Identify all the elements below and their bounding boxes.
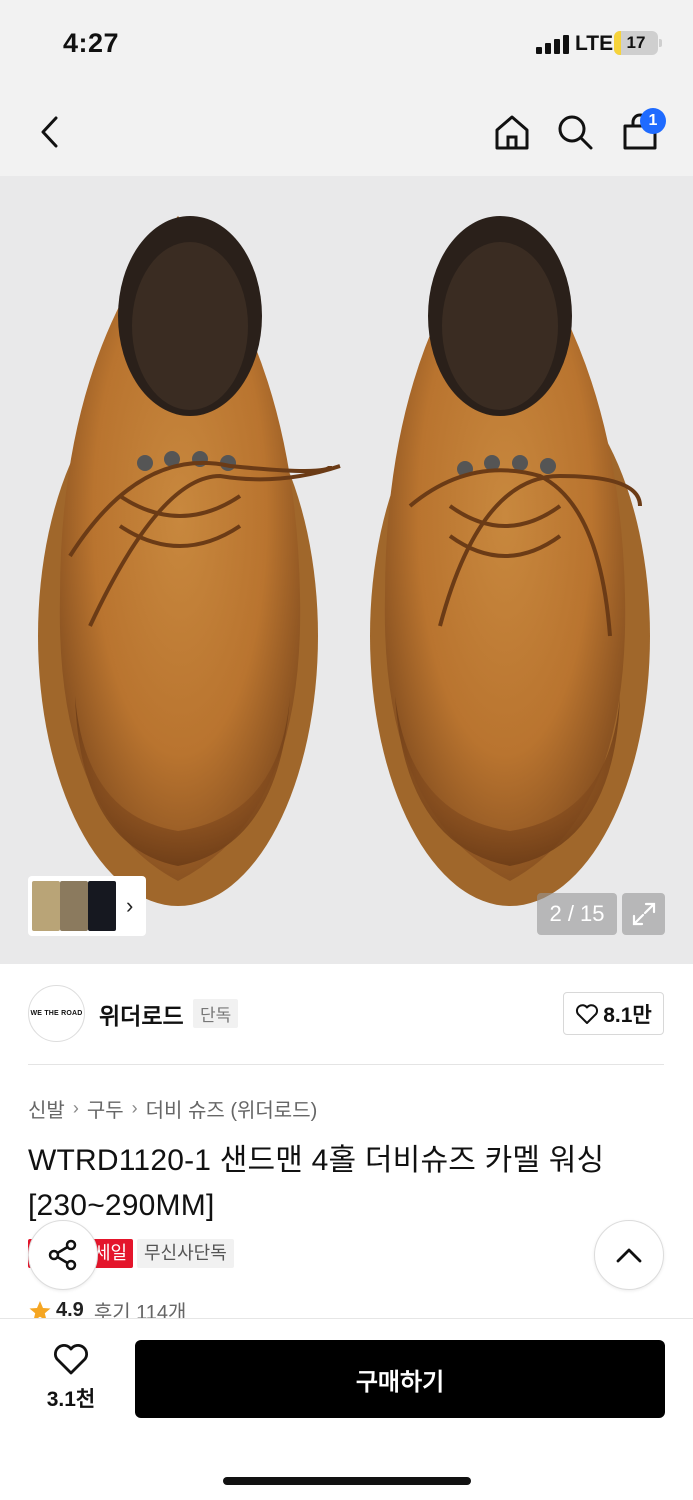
cart-button[interactable]: 1	[614, 106, 666, 158]
chevron-right-icon[interactable]: ›	[126, 893, 133, 919]
brand-like-count: 8.1만	[603, 1003, 652, 1027]
expand-icon	[632, 902, 655, 926]
brand-exclusive-tag: 단독	[193, 999, 239, 1028]
buy-button[interactable]: 구매하기	[135, 1340, 665, 1418]
thumbnail-strip[interactable]: ›	[28, 876, 146, 936]
signal-icon	[536, 34, 570, 54]
heart-icon	[54, 1344, 88, 1375]
chevron-left-icon	[41, 116, 58, 148]
status-bar: 4:27 LTE 17	[0, 0, 693, 88]
home-button[interactable]	[486, 106, 538, 158]
search-icon	[558, 115, 593, 150]
thumbnail-image[interactable]	[88, 881, 116, 931]
product-image[interactable]	[0, 176, 693, 964]
brand-name[interactable]: 위더로드	[99, 997, 184, 1031]
chevron-right-icon: ›	[131, 1098, 138, 1118]
wishlist-count: 3.1천	[46, 1388, 96, 1411]
breadcrumb-item[interactable]: 구두	[87, 1094, 124, 1123]
share-button[interactable]	[28, 1220, 98, 1290]
thumbnail-image[interactable]	[32, 881, 60, 931]
breadcrumb-item[interactable]: 신발	[28, 1094, 65, 1123]
network-label: LTE	[575, 32, 614, 55]
thumbnail-image[interactable]	[60, 881, 88, 931]
image-counter: 2 / 15	[537, 893, 617, 935]
cart-badge: 1	[640, 108, 666, 134]
chevron-right-icon: ›	[72, 1098, 79, 1118]
battery-level: 17	[626, 33, 646, 52]
chevron-up-icon	[616, 1248, 642, 1263]
product-title: WTRD1120-1 샌드맨 4홀 더비슈즈 카멜 워싱 [230~290MM]	[28, 1144, 605, 1222]
breadcrumb: 신발 › 구두 › 더비 슈즈 (위더로드)	[28, 1094, 317, 1123]
back-button[interactable]	[24, 106, 76, 158]
breadcrumb-item[interactable]: 더비 슈즈 (위더로드)	[146, 1094, 318, 1123]
scroll-top-button[interactable]	[594, 1220, 664, 1290]
battery-icon: 17	[614, 31, 658, 55]
nav-bar: 1	[0, 88, 693, 176]
brand-like-button[interactable]: 8.1만	[563, 992, 664, 1035]
divider	[28, 1064, 664, 1065]
brand-logo[interactable]: WE THE ROAD	[28, 985, 85, 1042]
search-button[interactable]	[549, 106, 601, 158]
share-icon	[48, 1239, 77, 1271]
status-time: 4:27	[63, 28, 120, 58]
exclusive-badge: 무신사단독	[137, 1239, 234, 1268]
expand-button[interactable]	[622, 893, 665, 935]
home-indicator	[223, 1477, 471, 1485]
wishlist-button[interactable]: 3.1천	[30, 1342, 112, 1413]
home-icon	[495, 115, 529, 150]
heart-icon	[576, 1003, 599, 1024]
shoe-illustration	[38, 216, 650, 906]
battery-nub	[659, 39, 662, 47]
brand-logo-text: WE THE ROAD	[30, 1010, 83, 1017]
